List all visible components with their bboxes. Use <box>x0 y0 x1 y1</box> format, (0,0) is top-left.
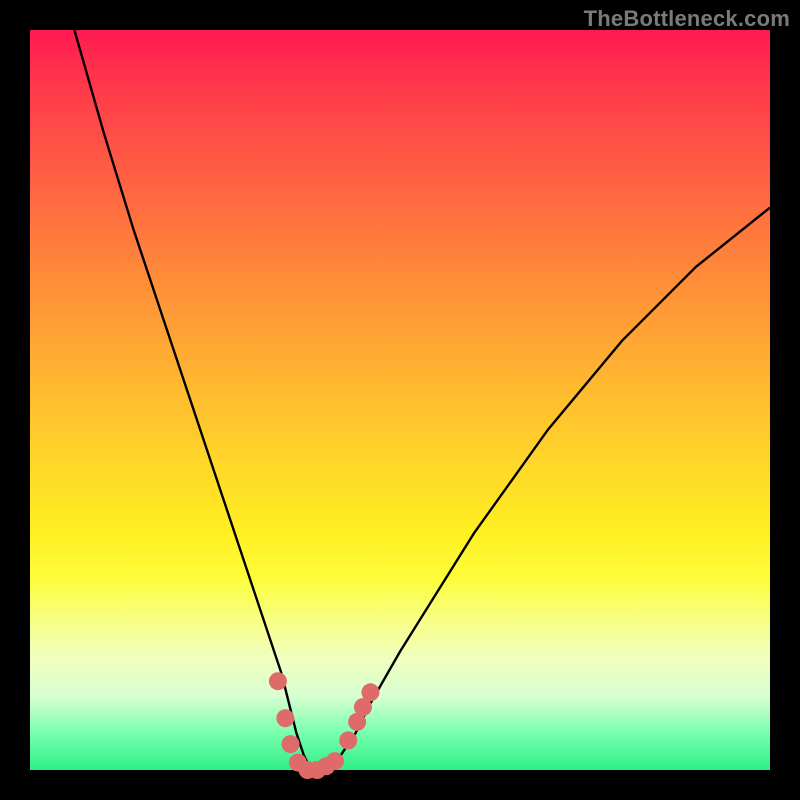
chart-frame: TheBottleneck.com <box>0 0 800 800</box>
curve-marker <box>326 752 344 770</box>
curve-marker <box>361 683 379 701</box>
curve-marker <box>269 672 287 690</box>
watermark-label: TheBottleneck.com <box>584 6 790 32</box>
bottleneck-curve <box>74 30 770 770</box>
plot-area <box>30 30 770 770</box>
curve-svg <box>30 30 770 770</box>
curve-marker <box>276 709 294 727</box>
curve-marker <box>282 735 300 753</box>
curve-marker <box>339 731 357 749</box>
